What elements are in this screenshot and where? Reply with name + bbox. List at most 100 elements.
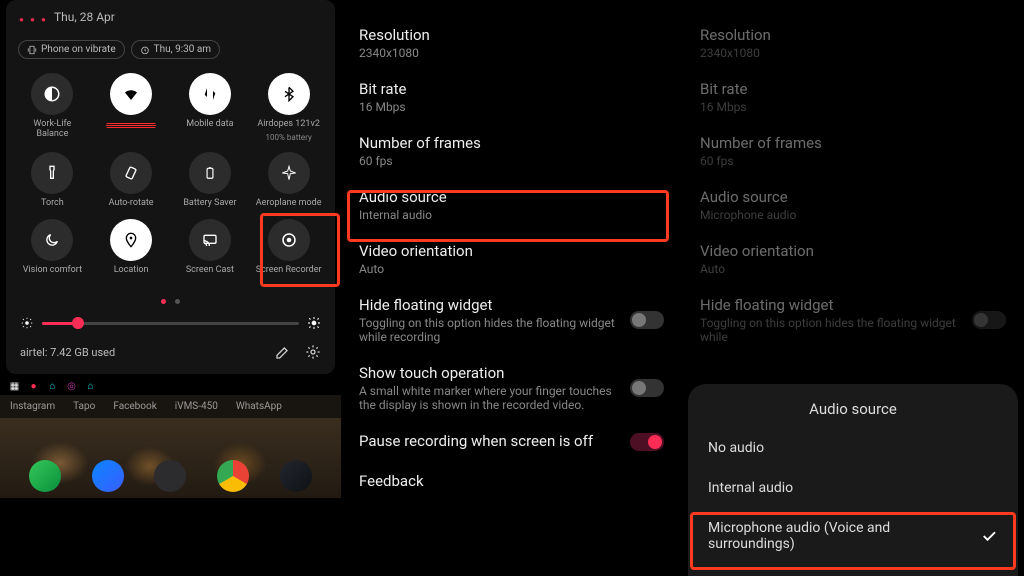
setting-desc: A small white marker where your finger t… [359,384,620,412]
setting-title: Video orientation [700,242,1006,260]
dock-chrome-icon[interactable] [217,460,249,492]
dock [0,460,341,492]
tile-label: Screen Cast [186,265,234,275]
toggle-hide-widget[interactable] [630,311,664,329]
setting-show-touch[interactable]: Show touch operation A small white marke… [355,354,668,422]
airplane-icon [281,165,297,181]
tile-label: Screen Recorder [256,265,322,275]
setting-value: Microphone audio [700,208,1006,222]
edit-tiles-icon[interactable] [275,344,291,360]
setting-title: Bit rate [359,80,664,98]
setting-title: Hide floating widget [700,296,962,314]
toggle-hide-widget [972,311,1006,329]
dock-camera-icon[interactable] [280,460,312,492]
setting-hide-floating-widget[interactable]: Hide floating widget Toggling on this op… [355,286,668,354]
tile-battery-saver[interactable]: Battery Saver [174,152,247,208]
balance-icon [43,85,61,103]
brightness-low-icon [20,316,34,330]
setting-desc: Toggling on this option hides the floati… [359,316,620,344]
setting-title: Feedback [359,472,664,490]
tile-label: Location [114,265,149,275]
tile-label: Vision comfort [23,265,82,275]
app-label[interactable]: Instagram [10,401,55,412]
tile-label: Mobile data [186,119,233,129]
tile-torch[interactable]: Torch [16,152,89,208]
qs-header: · · · Thu, 28 Apr [14,6,327,36]
qs-footer: airtel: 7.42 GB used [14,340,327,364]
qs-tile-grid: Work-Life Balance Mobile data Airdopes 1… [14,69,327,283]
screen-recorder-settings-with-dialog: Resolution 2340x1080 Bit rate 16 Mbps Nu… [682,0,1024,576]
clock-partial: · · · [18,8,46,32]
tile-screen-recorder[interactable]: Screen Recorder [252,219,325,275]
brightness-slider[interactable] [42,322,299,325]
dock-folder-icon[interactable] [154,460,186,492]
setting-resolution[interactable]: Resolution 2340x1080 [355,16,668,70]
setting-pause-on-off[interactable]: Pause recording when screen is off [355,422,668,462]
tile-label: Airdopes 121v2 [257,119,320,129]
tile-auto-rotate[interactable]: Auto-rotate [95,152,168,208]
setting-resolution: Resolution 2340x1080 [696,16,1010,70]
wifi-icon [122,85,140,103]
bluetooth-icon [281,86,297,102]
cast-icon [202,232,218,248]
dialog-option-internal-audio[interactable]: Internal audio [702,468,1004,508]
page-indicator [14,283,327,310]
record-icon [280,231,298,249]
recording-dot-icon: ● [27,380,40,393]
dock-phone-icon[interactable] [29,460,61,492]
check-icon [980,527,998,545]
tile-location[interactable]: Location [95,219,168,275]
tile-bluetooth[interactable]: Airdopes 121v2 100% battery [252,73,325,142]
home-apps-row: Instagram Tapo Facebook iVMS-450 WhatsAp… [0,395,341,418]
setting-video-orientation[interactable]: Video orientation Auto [355,232,668,286]
settings-gear-icon[interactable] [305,344,321,360]
dock-messages-icon[interactable] [92,460,124,492]
setting-title: Pause recording when screen is off [359,432,620,450]
toggle-pause-on-off[interactable] [630,433,664,451]
calendar-icon: ▦ [8,380,21,393]
setting-bit-rate[interactable]: Bit rate 16 Mbps [355,70,668,124]
setting-audio-source[interactable]: Audio source Internal audio [355,178,668,232]
vibrate-pill[interactable]: Phone on vibrate [18,40,125,59]
setting-title: Show touch operation [359,364,620,382]
audio-source-dialog: Audio source No audio Internal audio Mic… [688,384,1018,576]
alarm-pill[interactable]: Thu, 9:30 am [131,40,220,59]
setting-title: Audio source [700,188,1006,206]
setting-title: Audio source [359,188,664,206]
option-label: Internal audio [708,480,793,496]
app-label[interactable]: Facebook [113,401,156,412]
brightness-high-icon [307,316,321,330]
location-icon [123,232,139,248]
tile-screen-cast[interactable]: Screen Cast [174,219,247,275]
notification-shade: · · · Thu, 28 Apr Phone on vibrate Thu, … [6,0,335,374]
moon-icon [44,232,60,248]
alarm-icon [140,45,150,55]
setting-value: 60 fps [359,154,664,168]
tile-work-life-balance[interactable]: Work-Life Balance [16,73,89,142]
app-label[interactable]: Tapo [73,401,95,412]
rotate-icon [123,165,139,181]
dialog-option-no-audio[interactable]: No audio [702,428,1004,468]
tile-vision-comfort[interactable]: Vision comfort [16,219,89,275]
tile-aeroplane-mode[interactable]: Aeroplane mode [252,152,325,208]
setting-value: Internal audio [359,208,664,222]
battery-icon [203,165,217,181]
app-label[interactable]: WhatsApp [236,401,282,412]
dialog-title: Audio source [702,400,1004,418]
setting-title: Number of frames [359,134,664,152]
setting-frames[interactable]: Number of frames 60 fps [355,124,668,178]
setting-video-orientation: Video orientation Auto [696,232,1010,286]
toggle-show-touch[interactable] [630,379,664,397]
tile-label: Battery Saver [183,198,236,208]
tile-wifi[interactable] [95,73,168,142]
setting-title: Resolution [700,26,1006,44]
tile-mobile-data[interactable]: Mobile data [174,73,247,142]
camera-app-icon: ◎ [65,380,78,393]
app-label[interactable]: iVMS-450 [175,401,218,412]
option-label: Microphone audio (Voice and surroundings… [708,520,948,552]
setting-feedback[interactable]: Feedback [355,462,668,502]
tile-label: Aeroplane mode [256,198,322,208]
dialog-option-microphone-audio[interactable]: Microphone audio (Voice and surroundings… [702,508,1004,564]
setting-value: 2340x1080 [700,46,1006,60]
setting-frames: Number of frames 60 fps [696,124,1010,178]
